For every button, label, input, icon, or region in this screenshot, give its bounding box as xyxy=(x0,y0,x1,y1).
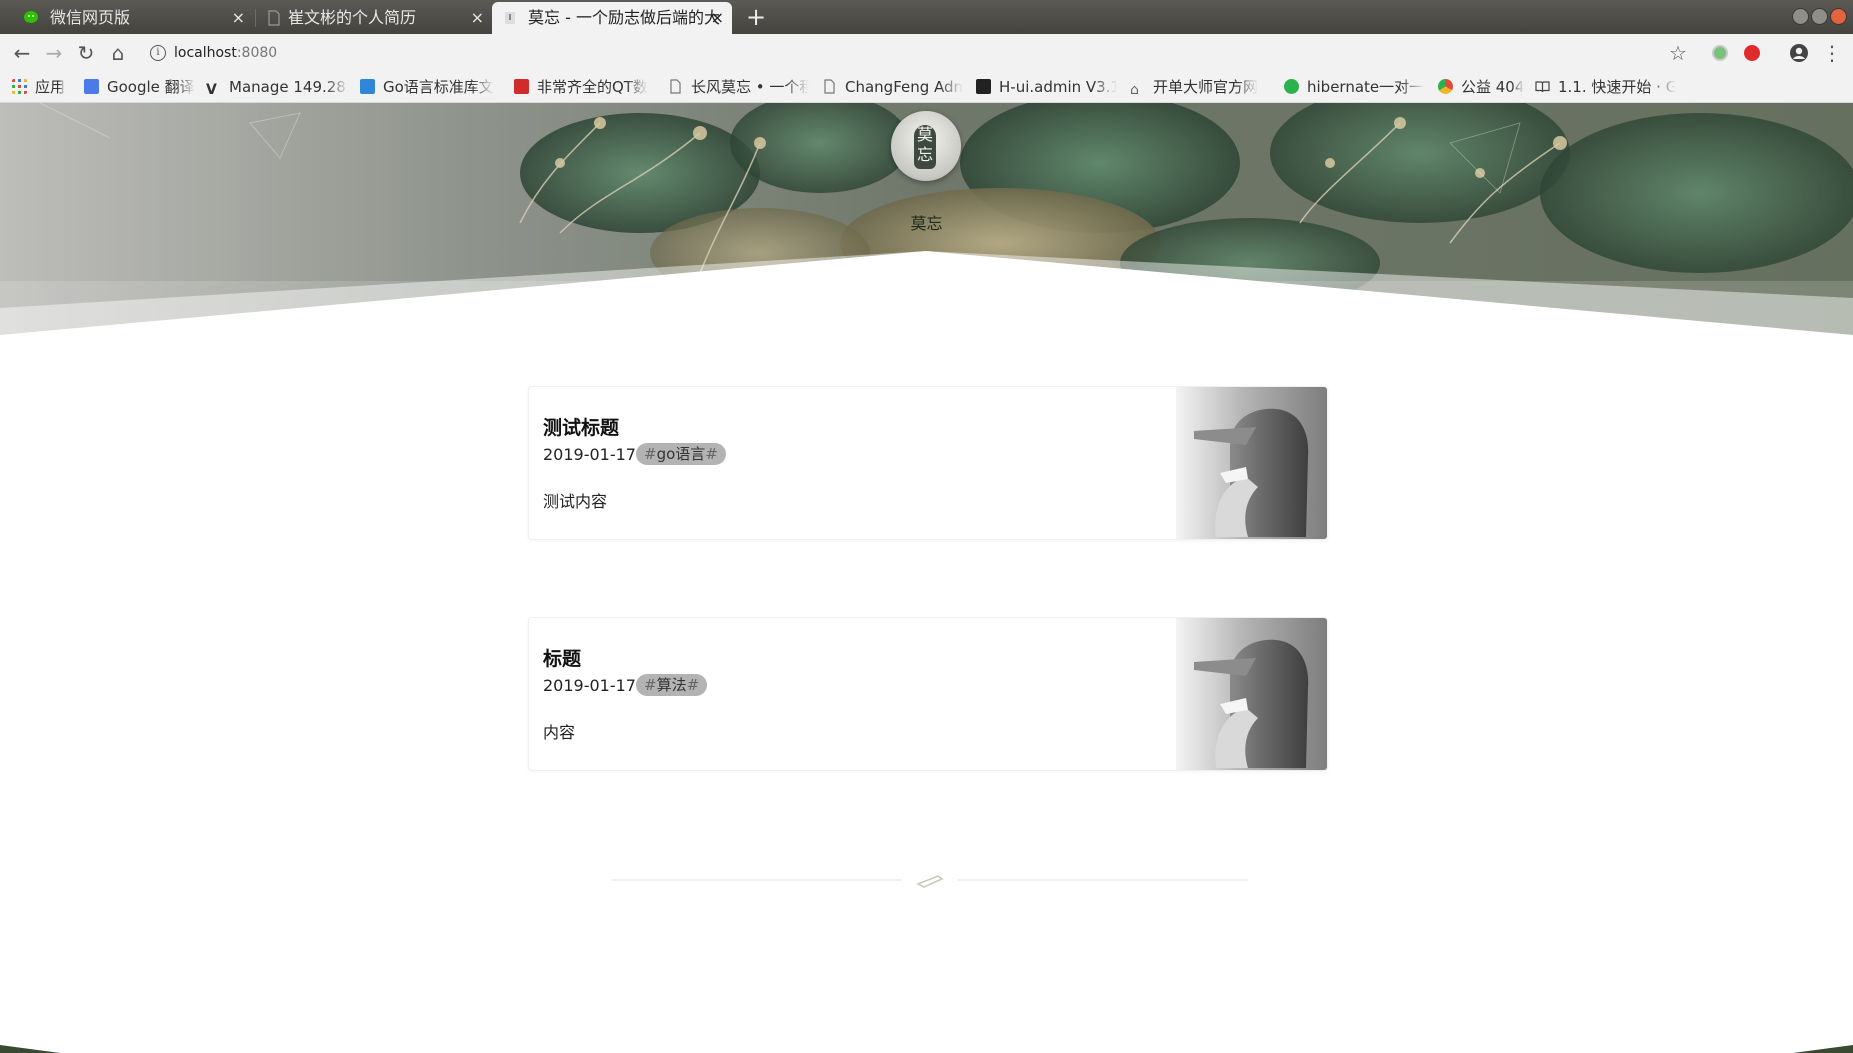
post-tag[interactable]: #go语言# xyxy=(636,443,726,465)
post-title[interactable]: 标题 xyxy=(543,644,581,671)
bookmark-kaidan[interactable]: ⌂ 开单大师官方网 xyxy=(1130,72,1258,102)
bookmark-label: H-ui.admin V3.1 xyxy=(999,78,1117,96)
home-icon[interactable]: ⌂ xyxy=(100,34,136,72)
section-divider xyxy=(612,875,1248,888)
hui-icon xyxy=(976,79,991,94)
bookmark-label: Manage 149.28.2 xyxy=(229,78,349,96)
bookmark-qt[interactable]: 非常齐全的QT数 xyxy=(514,72,648,102)
chrome-like-icon xyxy=(1438,79,1453,94)
close-tab-icon[interactable]: × xyxy=(471,2,484,34)
post-excerpt: 内容 xyxy=(543,723,576,742)
new-tab-button[interactable]: + xyxy=(742,2,770,32)
avatar-char-1: 莫 xyxy=(916,125,933,144)
url-port: :8080 xyxy=(236,45,278,61)
post-thumbnail-image[interactable] xyxy=(1176,618,1327,770)
maximize-window-icon[interactable] xyxy=(1811,8,1828,25)
bookmark-label: hibernate一对一 xyxy=(1307,78,1425,96)
book-icon xyxy=(1535,81,1550,93)
footer-edge xyxy=(0,1045,1853,1053)
post-thumbnail-image[interactable] xyxy=(1176,387,1327,539)
extension-green-icon[interactable] xyxy=(1712,45,1728,61)
bookmark-changfeng-blog[interactable]: 长风莫忘 • 一个程 xyxy=(668,72,809,102)
c-green-icon xyxy=(1284,79,1299,94)
avatar-char-2: 忘 xyxy=(916,145,933,164)
tab-momang-active[interactable]: 莫忘 - 一个励志做后端的大 × xyxy=(492,2,732,34)
post-tag[interactable]: #算法# xyxy=(636,674,708,696)
extension-red-infinity-icon[interactable] xyxy=(1744,45,1760,61)
page-content: 莫 忘 莫忘 测试标题 2019-01-17 #go语言# 测试内容 标题 20… xyxy=(0,103,1853,1053)
csdn-icon xyxy=(514,79,529,94)
bookmark-label: Go语言标准库文 xyxy=(383,78,494,96)
bookmark-gongyi-404[interactable]: 公益 404 xyxy=(1438,72,1524,102)
browser-tab-strip: 微信网页版 × 崔文彬的个人简历 × 莫忘 - 一个励志做后端的大 × + xyxy=(0,0,1853,34)
page-icon xyxy=(824,79,835,94)
google-translate-icon xyxy=(84,79,99,94)
browser-menu-icon[interactable]: ⋮ xyxy=(1814,34,1850,72)
bookmark-label: 公益 404 xyxy=(1461,78,1525,96)
post-date: 2019-01-17 xyxy=(543,445,636,464)
bookmark-label: Google 翻译 xyxy=(107,78,195,96)
tab-resume[interactable]: 崔文彬的个人简历 × xyxy=(256,2,492,34)
close-tab-icon[interactable]: × xyxy=(711,2,724,34)
bookmark-label: ChangFeng Adm xyxy=(845,78,963,96)
post-date: 2019-01-17 xyxy=(543,676,636,695)
tab-title: 崔文彬的个人简历 xyxy=(288,8,417,27)
browser-toolbar: ← → ↻ ⌂ i localhost:8080 ☆ ⋮ xyxy=(0,34,1853,72)
bookmark-apps[interactable]: 应用 xyxy=(12,72,65,102)
post-title[interactable]: 测试标题 xyxy=(543,413,619,440)
bookmarks-bar: 应用 Google 翻译 V Manage 149.28.2 Go语言标准库文 非… xyxy=(0,72,1853,103)
account-avatar-icon[interactable] xyxy=(1789,43,1809,63)
site-info-icon[interactable]: i xyxy=(150,45,166,61)
wechat-icon xyxy=(24,11,38,23)
bookmark-quickstart[interactable]: 1.1. 快速开始 · G xyxy=(1535,72,1676,102)
bookmark-changfeng-admin[interactable]: ChangFeng Adm xyxy=(822,72,963,102)
bookmark-label: 开单大师官方网 xyxy=(1153,78,1259,96)
post-card[interactable]: 标题 2019-01-17 #算法# 内容 xyxy=(528,617,1328,771)
page-icon xyxy=(268,10,280,26)
bookmark-label: 1.1. 快速开始 · G xyxy=(1558,78,1676,96)
post-excerpt: 测试内容 xyxy=(543,492,608,511)
bookmark-star-icon[interactable]: ☆ xyxy=(1660,34,1696,72)
avatar[interactable]: 莫 忘 xyxy=(891,111,961,181)
clip-icon xyxy=(916,875,944,888)
tab-title: 莫忘 - 一个励志做后端的大 xyxy=(528,8,720,27)
bookmark-label: 应用 xyxy=(35,78,66,96)
bookmark-hui-admin[interactable]: H-ui.admin V3.1 xyxy=(976,72,1117,102)
forward-icon[interactable]: → xyxy=(36,34,72,72)
bookmark-hibernate[interactable]: hibernate一对一 xyxy=(1284,72,1424,102)
reload-icon[interactable]: ↻ xyxy=(68,34,104,72)
site-icon xyxy=(505,12,515,24)
minimize-window-icon[interactable] xyxy=(1792,8,1809,25)
address-bar[interactable]: i localhost:8080 xyxy=(140,38,1670,68)
site-nickname: 莫忘 xyxy=(910,214,943,233)
url-host: localhost xyxy=(174,45,237,61)
bookmark-label: 非常齐全的QT数 xyxy=(537,78,648,96)
go-logo-icon xyxy=(360,79,375,94)
back-icon[interactable]: ← xyxy=(4,34,40,72)
close-window-icon[interactable] xyxy=(1830,8,1847,25)
post-card[interactable]: 测试标题 2019-01-17 #go语言# 测试内容 xyxy=(528,386,1328,540)
avatar-seal: 莫 忘 xyxy=(914,125,936,169)
v-logo-icon: V xyxy=(206,82,217,98)
bookmark-google-translate[interactable]: Google 翻译 xyxy=(84,72,195,102)
bookmark-manage[interactable]: V Manage 149.28.2 xyxy=(206,72,349,102)
page-icon xyxy=(670,79,681,94)
tab-title: 微信网页版 xyxy=(50,8,131,27)
close-tab-icon[interactable]: × xyxy=(232,2,245,34)
bookmark-go-stdlib[interactable]: Go语言标准库文 xyxy=(360,72,494,102)
bookmark-label: 长风莫忘 • 一个程 xyxy=(691,78,809,96)
house-icon: ⌂ xyxy=(1130,82,1139,98)
apps-grid-icon xyxy=(12,79,27,94)
tab-wechat[interactable]: 微信网页版 × xyxy=(0,2,253,34)
